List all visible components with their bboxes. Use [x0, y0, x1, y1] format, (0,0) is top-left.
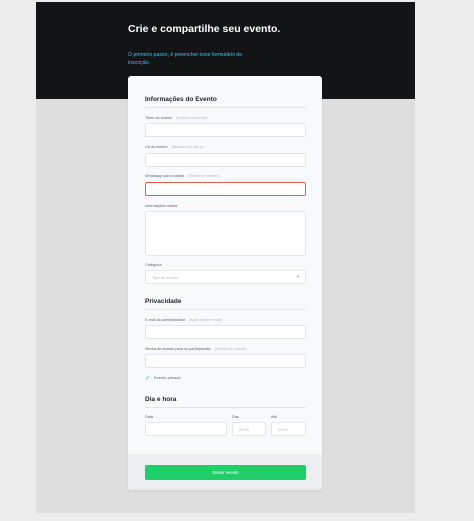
admin-email-input[interactable] — [145, 325, 306, 339]
admin-email-label-text: E-mail do administrador — [145, 318, 186, 322]
time-from-input[interactable]: 00:00 — [232, 422, 266, 436]
whatsapp-input[interactable] — [145, 182, 306, 196]
check-icon: ✓ — [145, 376, 151, 382]
time-from-label: Das — [232, 415, 239, 419]
section-title-event-info: Informações do Evento — [145, 96, 217, 103]
category-field-label: Categoria — [145, 263, 161, 267]
password-field-label: Senha de acesso para os participantes (Se… — [145, 347, 246, 351]
url-label-text: Url do evento — [145, 145, 168, 149]
hero-title: Crie e compartilhe seu evento. — [128, 23, 281, 35]
title-label-hint: (Exibir o nome/url) — [176, 116, 208, 120]
extra-info-textarea[interactable] — [145, 211, 306, 256]
page-background: Crie e compartilhe seu evento. O primeir… — [36, 2, 415, 513]
url-field-label: Url do evento (Mostrar em link.c) — [145, 145, 203, 149]
section-title-datetime: Dia e hora — [145, 396, 177, 403]
whatsapp-label-hint: (Somente número) — [188, 174, 220, 178]
password-label-text: Senha de acesso para os participantes — [145, 347, 211, 351]
title-field-label: Título do evento (Exibir o nome/url) — [145, 116, 207, 120]
admin-email-field-label: E-mail do administrador (Após enviar emai… — [145, 318, 222, 322]
url-label-hint: (Mostrar em link.c) — [171, 145, 204, 149]
private-event-checkbox[interactable]: ✓ Evento privado — [145, 375, 181, 382]
save-event-button[interactable]: Salvar evento — [145, 465, 306, 480]
private-event-label: Evento privado — [154, 375, 181, 380]
section-divider — [145, 407, 306, 408]
category-placeholder: Tipo do evento — [152, 275, 179, 280]
time-from-placeholder: 00:00 — [239, 427, 250, 432]
time-until-input[interactable]: 00:00 — [271, 422, 306, 436]
event-form-card: Informações do Evento Título do evento (E… — [128, 76, 322, 490]
category-label-text: Categoria — [145, 263, 162, 267]
admin-email-label-hint: (Após enviar email) — [189, 318, 222, 322]
event-title-input[interactable] — [145, 123, 306, 137]
date-input[interactable] — [145, 422, 227, 436]
event-url-input[interactable] — [145, 153, 306, 167]
section-divider — [145, 309, 306, 310]
whatsapp-label-text: Whatsapp para contato — [145, 174, 185, 178]
info-label-text: Informações extras — [145, 204, 178, 208]
title-label-text: Título do evento — [145, 116, 173, 120]
time-until-placeholder: 00:00 — [278, 427, 289, 432]
section-title-privacy: Privacidade — [145, 298, 182, 305]
form-footer: Salvar evento — [128, 454, 322, 490]
whatsapp-field-label: Whatsapp para contato (Somente número) — [145, 174, 220, 178]
category-select[interactable]: Tipo do evento ▾ — [145, 270, 306, 284]
participant-password-input[interactable] — [145, 354, 306, 368]
time-until-label: Até — [271, 415, 277, 419]
password-label-hint: (Senha do evento) — [214, 347, 246, 351]
date-field-label: Data — [145, 415, 154, 419]
info-field-label: Informações extras — [145, 204, 177, 208]
section-divider — [145, 107, 306, 108]
hero-subtitle: O primeiro passo, é preencher esse formu… — [128, 52, 243, 66]
chevron-down-icon: ▾ — [296, 274, 299, 279]
